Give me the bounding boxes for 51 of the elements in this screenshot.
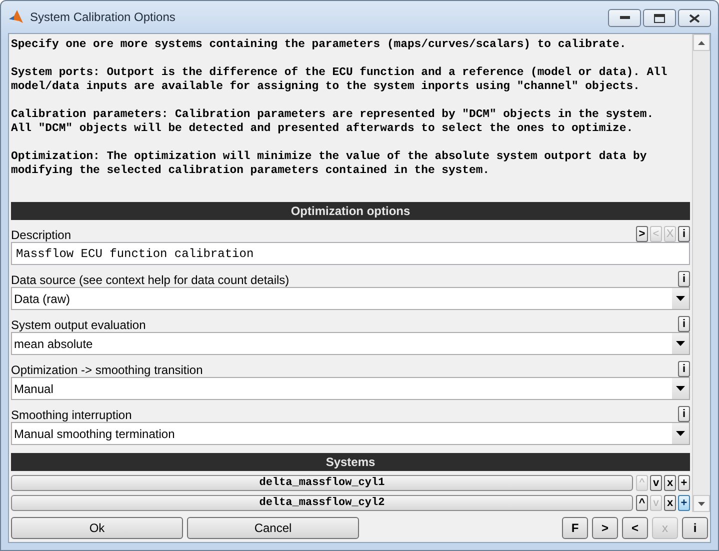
small-button[interactable]: ^	[636, 495, 648, 511]
dropdown-arrow-icon	[676, 341, 685, 346]
system-button[interactable]: delta_massflow_cyl1	[11, 475, 633, 491]
field-label: Smoothing interruption	[11, 408, 133, 422]
small-button[interactable]: i	[678, 406, 690, 422]
system-button[interactable]: delta_massflow_cyl2	[11, 495, 633, 511]
dialog-button[interactable]: Cancel	[187, 517, 359, 539]
small-button[interactable]: +	[678, 475, 690, 491]
dialog-button[interactable]: Ok	[11, 517, 183, 539]
dropdown-arrow-icon	[676, 296, 685, 301]
small-button[interactable]: i	[678, 271, 690, 287]
section-header: Systems	[11, 453, 690, 471]
tool-button[interactable]: i	[682, 517, 708, 539]
text-field[interactable]: Massflow ECU function calibration	[11, 242, 690, 265]
description-paragraph: Optimization: The optimization will minimize the value of the absolute system outport data by modifying the selected calibration parameters contained in the system.	[11, 150, 648, 178]
small-button[interactable]: +	[678, 495, 690, 511]
field-label: Data source (see context help for data count details)	[11, 273, 290, 287]
maximize-button[interactable]	[643, 9, 676, 27]
field-label: System output evaluation	[11, 318, 147, 332]
description-paragraph: Calibration parameters: Calibration parameters are represented by "DCM" objects in the system. All "DCM" objects will be detected and presented afterwards to select the ones to optimize.	[11, 108, 655, 136]
small-button[interactable]: x	[664, 495, 676, 511]
dropdown-arrow-icon	[676, 386, 685, 391]
scroll-up-icon[interactable]	[698, 40, 705, 44]
minimize-icon	[620, 16, 630, 20]
field-label: Description	[11, 228, 72, 242]
description-paragraph: System ports: Outport is the difference of the ECU function and a reference (model or data). All model/data inputs are available for assigning to the system inports using "channel" objects.	[11, 66, 668, 94]
scroll-down-icon[interactable]	[698, 502, 705, 506]
small-button[interactable]: v	[650, 475, 662, 491]
dropdown[interactable]: mean absolute	[11, 332, 690, 355]
dropdown[interactable]: Data (raw)	[11, 287, 690, 310]
small-button[interactable]: i	[678, 361, 690, 377]
maximize-icon	[654, 14, 665, 22]
tool-button[interactable]: <	[622, 517, 648, 539]
minimize-button[interactable]	[608, 9, 641, 27]
dropdown[interactable]: Manual	[11, 377, 690, 400]
small-button[interactable]: i	[678, 316, 690, 332]
tool-button[interactable]: F	[562, 517, 588, 539]
small-button[interactable]: i	[678, 226, 690, 242]
window-title: System Calibration Options	[30, 10, 176, 24]
field-label: Optimization -> smoothing transition	[11, 363, 204, 377]
section-header: Optimization options	[11, 202, 690, 220]
close-icon	[689, 14, 700, 22]
dropdown[interactable]: Manual smoothing termination	[11, 422, 690, 445]
tool-button[interactable]: >	[592, 517, 618, 539]
description-paragraph: Specify one ore more systems containing the parameters (maps/curves/scalars) to calibrate.	[11, 38, 628, 52]
close-button[interactable]	[678, 9, 711, 27]
small-button[interactable]: >	[636, 226, 648, 242]
logo-icon	[8, 9, 24, 25]
small-button[interactable]: x	[664, 475, 676, 491]
scrollbar[interactable]	[692, 34, 710, 512]
dropdown-arrow-icon	[676, 431, 685, 436]
